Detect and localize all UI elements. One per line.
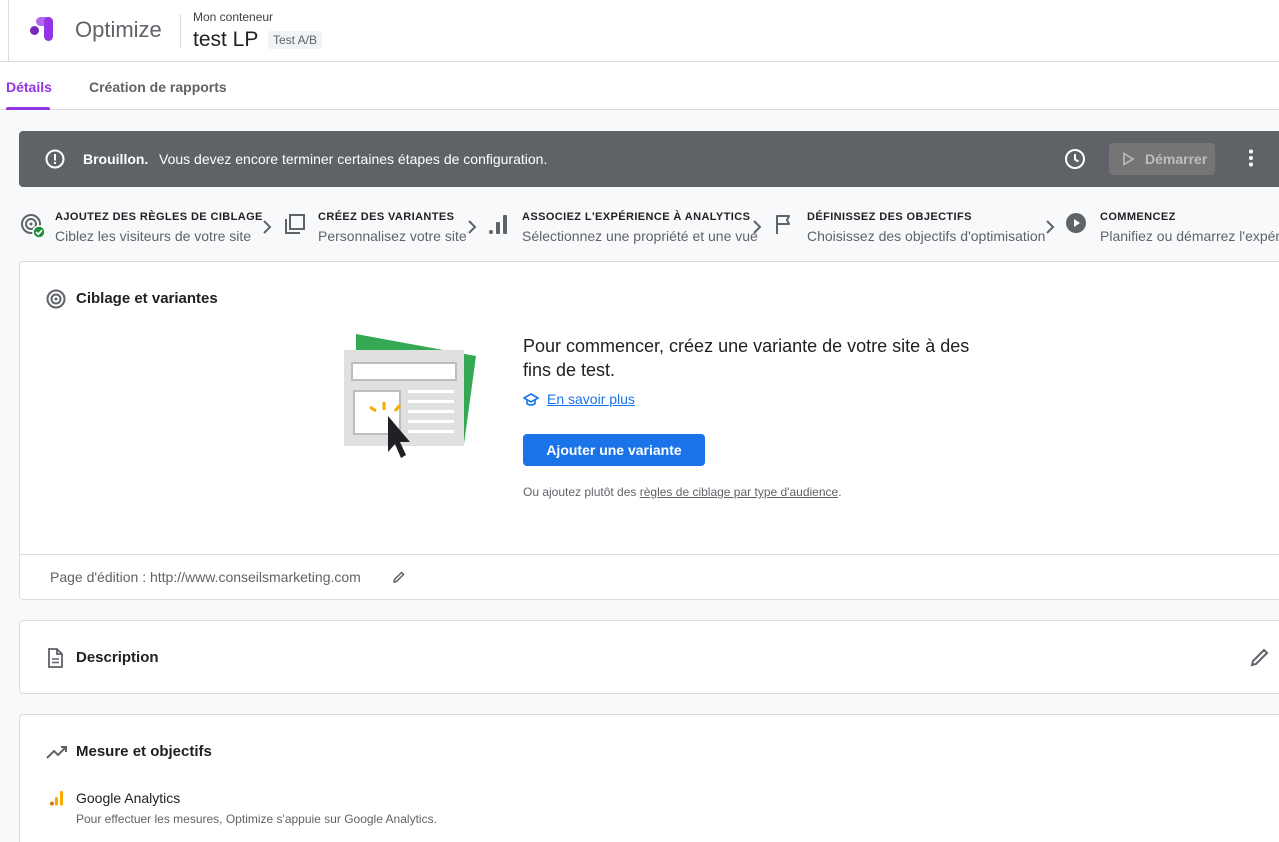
start-button[interactable]: Démarrer: [1109, 143, 1215, 175]
step-title: COMMENCEZ: [1100, 211, 1176, 223]
measure-objectives-card: Mesure et objectifs Google Analytics Pou…: [19, 714, 1279, 842]
analytics-bars-icon: [489, 215, 507, 234]
chevron-right-icon: [263, 220, 272, 234]
edit-description-pencil-icon[interactable]: [1250, 647, 1270, 667]
alert-circle-icon: [45, 149, 65, 169]
chevron-right-icon: [753, 220, 762, 234]
chevron-right-icon: [1046, 220, 1055, 234]
start-button-label: Démarrer: [1145, 151, 1208, 167]
google-analytics-description: Pour effectuer les mesures, Optimize s'a…: [76, 812, 437, 826]
step-subtitle: Personnalisez votre site: [318, 228, 467, 244]
alternative-hint: Ou ajoutez plutôt des règles de ciblage …: [523, 485, 842, 499]
edit-pencil-icon[interactable]: [392, 570, 406, 584]
experience-type-badge: Test A/B: [268, 31, 323, 49]
variants-copy-icon: [285, 214, 305, 234]
google-analytics-icon: [50, 791, 63, 806]
school-icon: [523, 393, 539, 406]
more-vert-icon[interactable]: [1241, 148, 1261, 168]
trending-up-icon: [46, 746, 67, 759]
active-tab-indicator: [6, 107, 50, 110]
google-analytics-title: Google Analytics: [76, 790, 181, 806]
banner-message: Vous devez encore terminer certaines éta…: [159, 151, 548, 167]
alt-hint-prefix: Ou ajoutez plutôt des: [523, 485, 640, 499]
target-check-icon: [21, 214, 46, 239]
card-title: Ciblage et variantes: [76, 290, 218, 307]
card-title: Mesure et objectifs: [76, 743, 212, 760]
document-icon: [48, 648, 63, 668]
container-label[interactable]: Mon conteneur: [193, 10, 273, 24]
targeting-variants-card: Ciblage et variantes Pour commencer, cré…: [19, 261, 1279, 600]
target-icon: [46, 289, 66, 309]
learn-more-label: En savoir plus: [547, 391, 635, 407]
play-icon: [1123, 152, 1135, 166]
step-title: CRÉEZ DES VARIANTES: [318, 211, 455, 223]
tab-bar: Détails Création de rapports: [0, 62, 1279, 110]
step-subtitle: Choisissez des objectifs d'optimisation: [807, 228, 1046, 244]
step-title: ASSOCIEZ L'EXPÉRIENCE À ANALYTICS: [522, 211, 751, 223]
cta-heading: Pour commencer, créez une variante de vo…: [523, 336, 970, 380]
variant-illustration: [344, 334, 476, 458]
audience-targeting-rules-link[interactable]: règles de ciblage par type d'audience: [640, 485, 838, 499]
chevron-right-icon: [468, 220, 477, 234]
description-card: Description: [19, 620, 1279, 694]
card-title: Description: [76, 649, 159, 666]
alt-hint-suffix: .: [838, 485, 842, 499]
step-subtitle: Ciblez les visiteurs de votre site: [55, 228, 252, 244]
add-variant-button[interactable]: Ajouter une variante: [523, 434, 705, 466]
tab-reporting[interactable]: Création de rapports: [89, 79, 227, 95]
step-subtitle: Planifiez ou démarrez l'expérience: [1100, 228, 1279, 244]
optimize-logo-icon: [30, 17, 53, 41]
brand-name: Optimize: [75, 17, 162, 42]
card-divider: [20, 554, 1279, 555]
step-title: DÉFINISSEZ DES OBJECTIFS: [807, 211, 972, 223]
banner-title: Brouillon.: [83, 151, 149, 167]
left-edge-divider: [8, 0, 9, 62]
flag-icon: [776, 215, 790, 234]
history-clock-icon[interactable]: [1064, 148, 1086, 170]
play-circle-icon: [1066, 213, 1086, 233]
experience-name: test LP: [193, 28, 259, 51]
draft-status-banner: Brouillon. Vous devez encore terminer ce…: [19, 131, 1279, 187]
editor-page-url: Page d'édition : http://www.conseilsmark…: [50, 569, 361, 585]
header-divider: [180, 14, 181, 48]
tab-details[interactable]: Détails: [6, 79, 52, 95]
step-subtitle: Sélectionnez une propriété et une vue: [522, 228, 758, 244]
top-app-bar: Optimize Mon conteneur test LP Test A/B: [0, 0, 1279, 62]
step-title: AJOUTEZ DES RÈGLES DE CIBLAGE: [55, 211, 263, 223]
